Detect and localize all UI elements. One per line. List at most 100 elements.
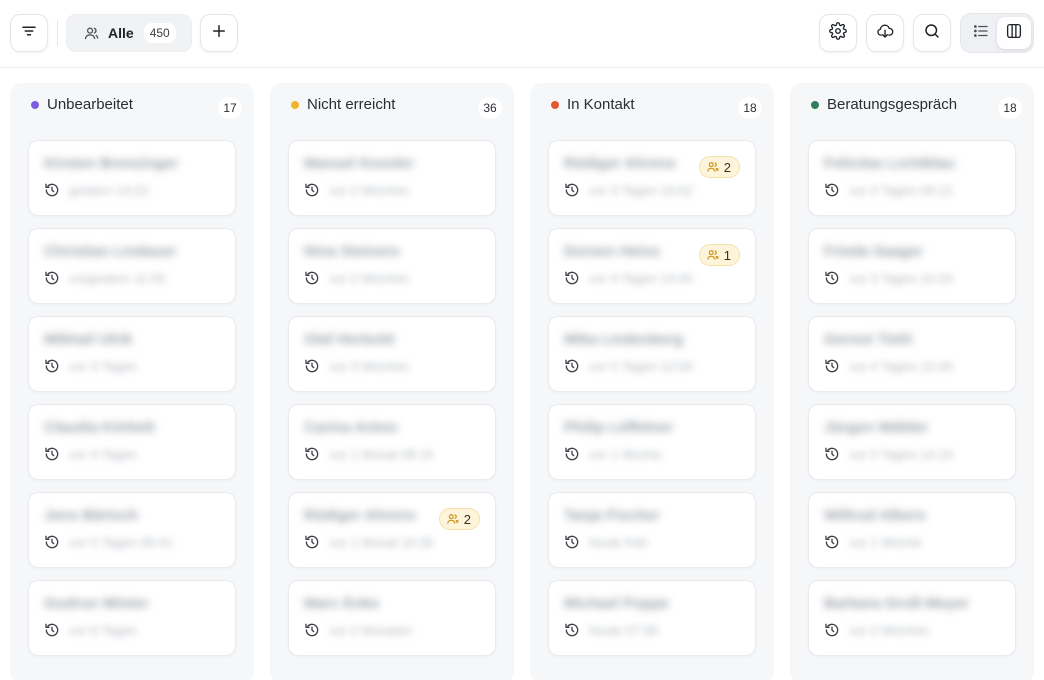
list-view-button[interactable] <box>964 17 998 49</box>
column-nicht-erreicht: Nicht erreicht 36 Manuel Kessler vor 2 Woch… <box>270 83 514 680</box>
users-icon <box>83 25 100 42</box>
lead-card[interactable]: Olaf Herbold vor 3 Wochen <box>288 316 496 392</box>
lead-card[interactable]: Philip Löffelner vor 1 Woche <box>548 404 756 480</box>
history-icon <box>304 358 320 374</box>
status-dot <box>811 101 819 109</box>
column-count-badge: 17 <box>218 97 242 119</box>
lead-card[interactable]: Manuel Kessler vor 2 Wochen <box>288 140 496 216</box>
lead-card[interactable]: Carina Anton vor 1 Monat 08:15 <box>288 404 496 480</box>
contact-attempts-count: 2 <box>463 511 471 527</box>
lead-card[interactable]: Doreen Heinz vor 4 Tagen 13:45 1 <box>548 228 756 304</box>
lead-card[interactable]: Nina Steiners vor 2 Wochen <box>288 228 496 304</box>
lead-card[interactable]: Frieda Saager vor 3 Tagen 10:20 <box>808 228 1016 304</box>
column-count-badge: 36 <box>478 97 502 119</box>
lead-card[interactable]: Claudia Körbelt vor 4 Tagen <box>28 404 236 480</box>
lead-card[interactable]: Mika Lindenberg vor 5 Tagen 12:00 <box>548 316 756 392</box>
lead-name: Barbara Groß-Meyer <box>824 595 970 612</box>
user-x-icon <box>446 512 460 526</box>
lead-last-activity: vor 3 Tagen 10:20 <box>849 271 953 286</box>
lead-name: Kirsten Brenzinger <box>44 155 179 172</box>
lead-card[interactable]: Wiltrud Albers vor 1 Woche <box>808 492 1016 568</box>
lead-last-activity: vor 1 Woche <box>849 535 922 550</box>
lead-card[interactable]: Marc Enke vor 2 Monaten <box>288 580 496 656</box>
column-header[interactable]: In Kontakt 18 <box>530 83 774 129</box>
add-button[interactable] <box>200 14 238 52</box>
lead-last-activity: gestern 14:22 <box>69 183 149 198</box>
history-icon <box>44 446 60 462</box>
lead-last-activity: vor 3 Wochen <box>329 359 409 374</box>
plus-icon <box>210 22 228 45</box>
lead-last-activity: vor 2 Wochen <box>849 623 929 638</box>
lead-card[interactable]: Rüdiger Ahrens vor 1 Monat 10:30 2 <box>288 492 496 568</box>
column-header[interactable]: Unbearbeitet 17 <box>10 83 254 129</box>
lead-name: Doreen Heinz <box>564 243 660 260</box>
lead-name: Mika Lindenberg <box>564 331 684 348</box>
lead-last-activity: vor 1 Monat 08:15 <box>329 447 434 462</box>
lead-card[interactable]: Jens Bärtsch vor 5 Tagen 09:41 <box>28 492 236 568</box>
board-view-button[interactable] <box>997 17 1031 49</box>
lead-last-activity: heute früh <box>589 535 648 550</box>
lead-card[interactable]: Barbara Groß-Meyer vor 2 Wochen <box>808 580 1016 656</box>
settings-button[interactable] <box>819 14 857 52</box>
contact-attempts-count: 1 <box>723 247 731 263</box>
column-header[interactable]: Nicht erreicht 36 <box>270 83 514 129</box>
history-icon <box>564 622 580 638</box>
lead-last-activity: vor 4 Tagen 15:30 <box>849 359 953 374</box>
lead-name: Manuel Kessler <box>304 155 415 172</box>
lead-name: Jürgen Wälder <box>824 419 929 436</box>
column-header[interactable]: Beratungsgespräch 18 <box>790 83 1034 129</box>
lead-card[interactable]: Jürgen Wälder vor 5 Tagen 14:10 <box>808 404 1016 480</box>
columns-icon <box>1005 22 1023 45</box>
lead-name: Gudrun Winter <box>44 595 149 612</box>
view-filter-all[interactable]: Alle 450 <box>66 14 192 52</box>
lead-card[interactable]: Kirsten Brenzinger gestern 14:22 <box>28 140 236 216</box>
column-count-badge: 18 <box>998 97 1022 119</box>
search-button[interactable] <box>913 14 951 52</box>
column-count-badge: 18 <box>738 97 762 119</box>
status-dot <box>551 101 559 109</box>
column-title: Unbearbeitet <box>47 96 133 113</box>
export-button[interactable] <box>866 14 904 52</box>
lead-name: Rüdiger Ahrens <box>304 507 416 524</box>
lead-name: Michael Poppe <box>564 595 670 612</box>
lead-card[interactable]: Gernot Tiehl vor 4 Tagen 15:30 <box>808 316 1016 392</box>
lead-name: Olaf Herbold <box>304 331 395 348</box>
status-dot <box>31 101 39 109</box>
lead-name: Nina Steiners <box>304 243 400 260</box>
user-x-icon <box>706 248 720 262</box>
history-icon <box>44 358 60 374</box>
history-icon <box>824 622 840 638</box>
view-mode-toggle <box>960 13 1034 53</box>
lead-last-activity: vor 1 Monat 10:30 <box>329 535 434 550</box>
lead-name: Marc Enke <box>304 595 380 612</box>
lead-last-activity: vor 5 Tagen 09:41 <box>69 535 173 550</box>
lead-last-activity: heute 07:58 <box>589 623 658 638</box>
filter-lines-icon <box>20 22 38 45</box>
history-icon <box>304 534 320 550</box>
filter-button[interactable] <box>10 14 48 52</box>
lead-card[interactable]: Michael Poppe heute 07:58 <box>548 580 756 656</box>
history-icon <box>564 270 580 286</box>
lead-name: Felicitas Lichtblau <box>824 155 955 172</box>
lead-card[interactable]: Felicitas Lichtblau vor 2 Tagen 09:12 <box>808 140 1016 216</box>
lead-card[interactable]: Mikhail Ulrik vor 3 Tagen <box>28 316 236 392</box>
lead-card[interactable]: Tanja Fischer heute früh <box>548 492 756 568</box>
lead-last-activity: vor 4 Tagen <box>69 447 137 462</box>
lead-name: Christian Lindauer <box>44 243 177 260</box>
search-icon <box>923 22 941 45</box>
history-icon <box>824 534 840 550</box>
gear-icon <box>829 21 847 45</box>
lead-last-activity: vor 3 Tagen <box>69 359 137 374</box>
lead-name: Rüdiger Ahrens <box>564 155 676 172</box>
lead-card[interactable]: Gudrun Winter vor 6 Tagen <box>28 580 236 656</box>
lead-card[interactable]: Rüdiger Ahrens vor 3 Tagen 16:02 2 <box>548 140 756 216</box>
history-icon <box>44 182 60 198</box>
contact-attempts-badge: 2 <box>438 508 480 530</box>
lead-name: Philip Löffelner <box>564 419 674 436</box>
history-icon <box>824 358 840 374</box>
column-beratungsgespraech: Beratungsgespräch 18 Felicitas Lichtblau vo… <box>790 83 1034 680</box>
toolbar-divider <box>57 20 58 46</box>
contact-attempts-count: 2 <box>723 159 731 175</box>
lead-last-activity: vor 2 Monaten <box>329 623 413 638</box>
lead-card[interactable]: Christian Lindauer vorgestern 11:05 <box>28 228 236 304</box>
